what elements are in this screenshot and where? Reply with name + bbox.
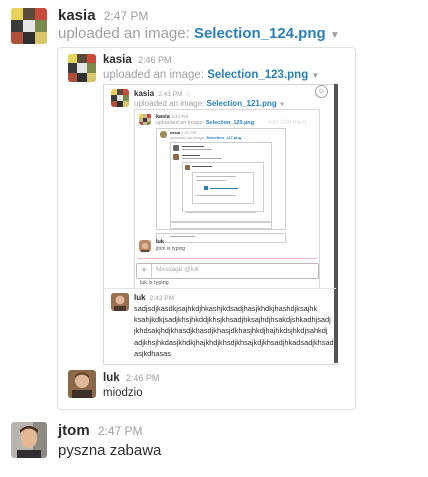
avatar-luk: [68, 370, 96, 398]
message-timestamp: 2:46 PM: [125, 373, 160, 383]
upload-action-text: uploaded an image:: [156, 120, 205, 126]
message-input: [170, 222, 272, 229]
avatar-kasia: [111, 89, 129, 107]
avatar-luk: [111, 293, 129, 311]
file-link: Selection_123.png: [207, 69, 309, 81]
message-input: [156, 233, 286, 243]
file-link: Selection_117.png: [206, 135, 242, 140]
message-timestamp[interactable]: 2:47 PM: [98, 424, 143, 438]
avatar-jtom[interactable]: [11, 422, 47, 458]
upload-action-text: uploaded an image:: [58, 25, 190, 42]
typing-indicator: luk is typing: [140, 280, 169, 286]
avatar: [173, 154, 179, 160]
upload-action-text: uploaded an image:: [134, 99, 205, 108]
upload-action-text: uploaded an image:: [170, 135, 206, 140]
message-timestamp: 2:43 PM: [158, 91, 183, 98]
avatar-kasia: [160, 131, 167, 138]
typing-indicator: jtom is typing: [156, 246, 186, 252]
message-author[interactable]: kasia: [58, 7, 96, 24]
chevron-down-icon: ▼: [311, 71, 320, 80]
avatar-kasia: [68, 54, 96, 82]
file-link: Selection_120.png: [205, 120, 255, 126]
message-text: miodzio: [103, 387, 143, 399]
file-link: Selection_121.png: [206, 99, 277, 108]
avatar-luk: [139, 240, 151, 252]
emoji-icon: ☺: [315, 85, 328, 98]
avatar: [173, 145, 179, 151]
add-comment-link: Add Comment: [268, 120, 307, 126]
plus-icon: +: [137, 264, 152, 278]
checkbox: [204, 186, 208, 190]
message-text: pyszna zabawa: [58, 442, 162, 459]
message-author: luk: [156, 239, 164, 245]
message-text-line: sadjsdjkasdkjsajhkdjhkashjkdsadjhasjkhdk…: [134, 304, 318, 313]
message-text-line: ksahjkdkjsadjkhsjhkddjkhsjkhsadjhksajhdj…: [134, 315, 331, 325]
divider: [138, 258, 316, 259]
upload-action-text: uploaded an image:: [103, 69, 205, 81]
divider: [104, 288, 336, 289]
file-link[interactable]: Selection_124.png: [194, 25, 326, 42]
message-timestamp[interactable]: 2:47 PM: [104, 9, 149, 23]
avatar-kasia: [139, 113, 151, 125]
star-icon: ☆: [184, 91, 191, 98]
avatar: [185, 165, 190, 170]
message-author: luk: [134, 293, 146, 302]
message-author: luk: [103, 372, 120, 384]
message-timestamp: 2:43 PM: [149, 295, 175, 302]
message-input-placeholder: Message @luk: [156, 266, 200, 273]
chevron-down-icon[interactable]: ▼: [330, 30, 340, 41]
message-author: kasia: [134, 89, 155, 98]
message-text-line: adjkhsjhkdasjkhdkjhajkhdjkhsdjkhsajkdjkh…: [134, 337, 334, 347]
message-text-line: asjkdhasas: [134, 348, 171, 358]
message-author[interactable]: jtom: [58, 422, 90, 439]
message-author: kasia: [103, 54, 132, 66]
message-text-line: jkhdsakjhdjkhasdjkhasdjkhasjdkhasjhkdjha…: [134, 326, 328, 336]
message-timestamp: 2:46 PM: [137, 55, 172, 65]
avatar-kasia[interactable]: [11, 8, 47, 44]
chevron-down-icon: ▼: [279, 102, 285, 108]
message-timestamp: 2:43 PM: [171, 114, 189, 119]
